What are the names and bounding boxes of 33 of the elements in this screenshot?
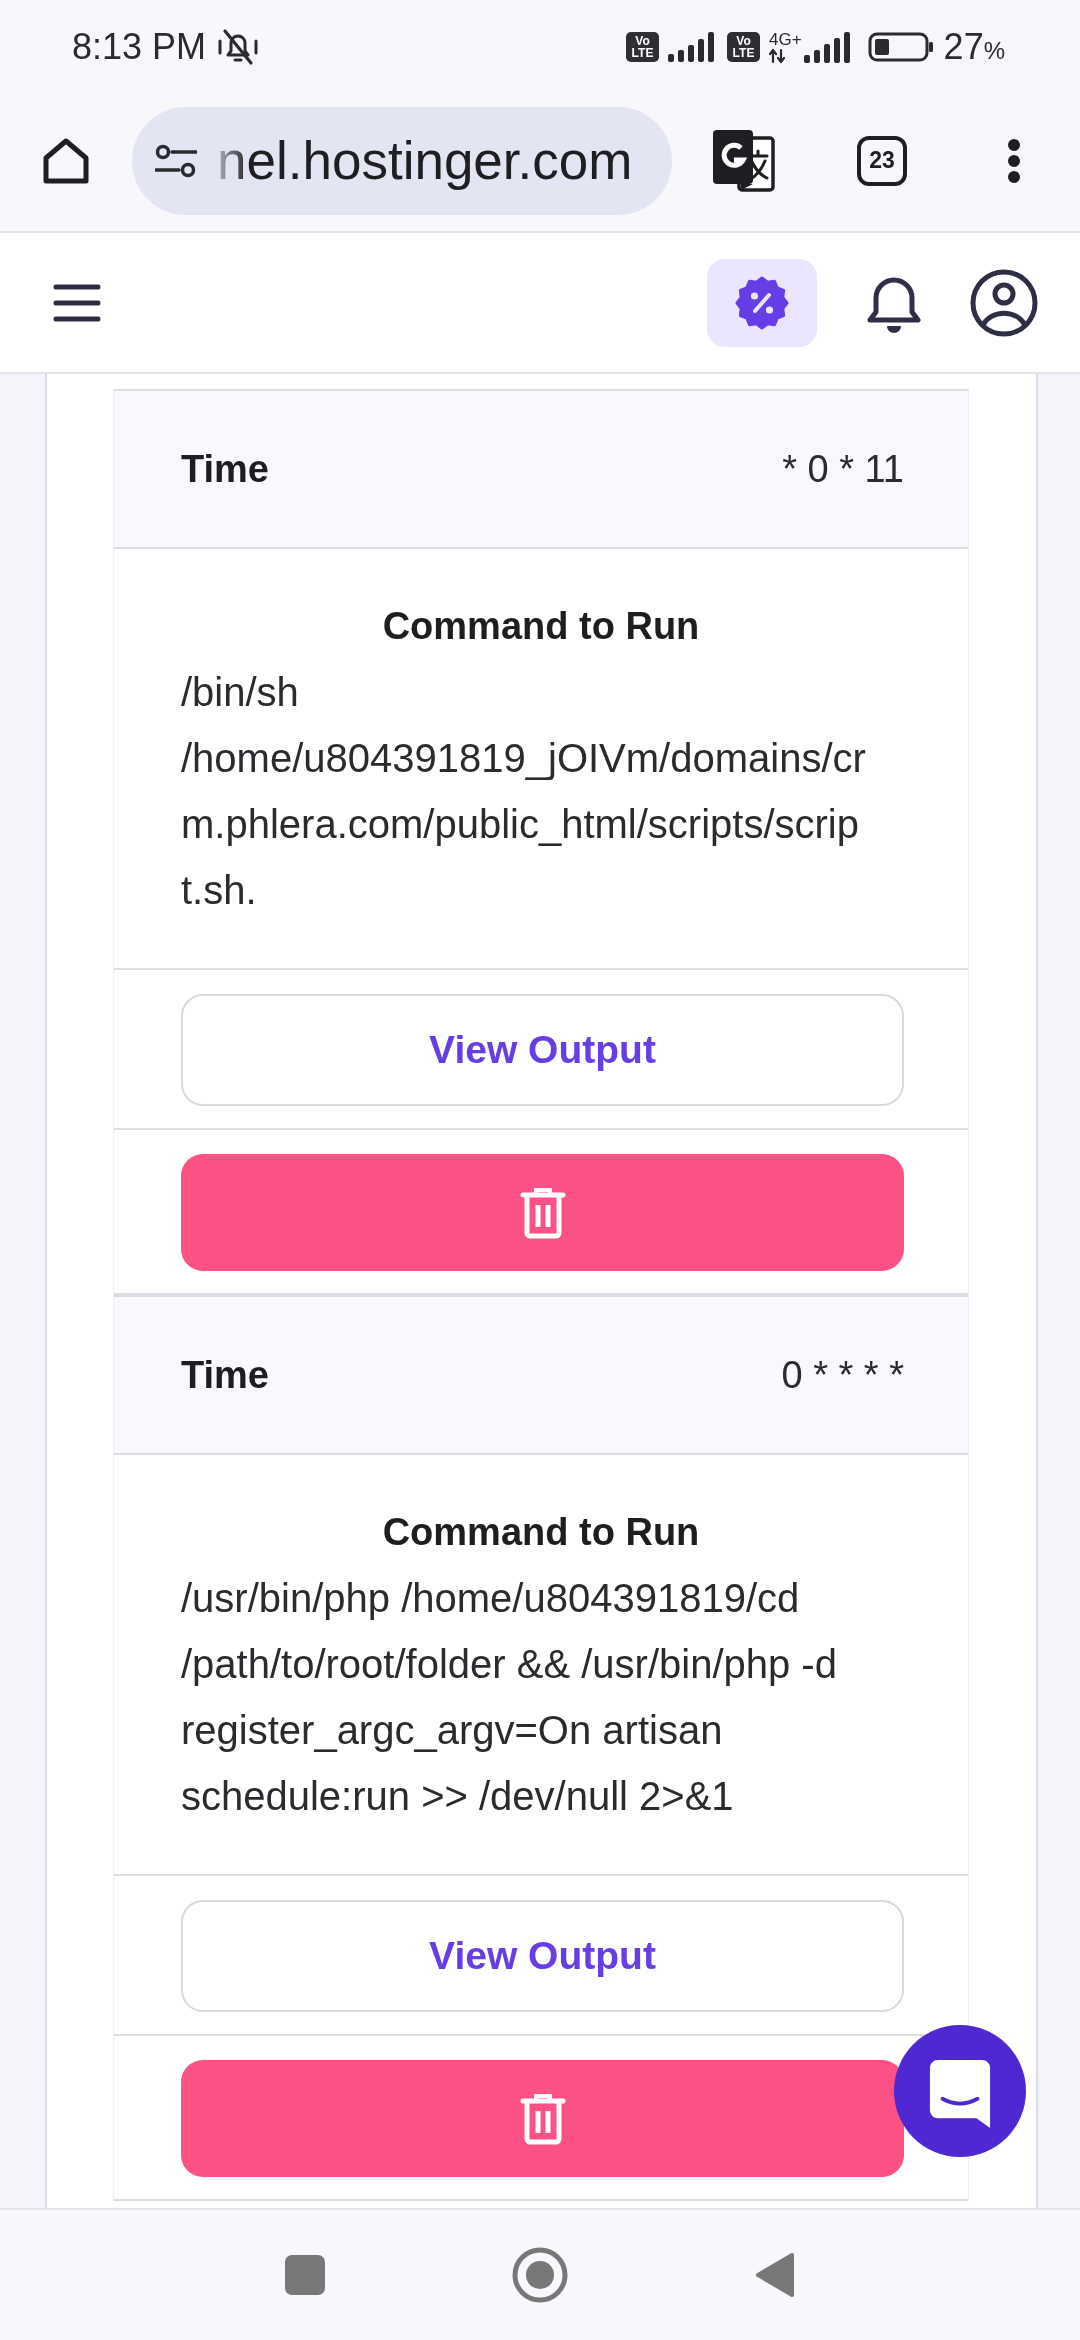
time-value: * 0 * 11 — [782, 447, 904, 491]
battery-icon — [867, 32, 934, 62]
translate-icon[interactable] — [713, 129, 775, 192]
view-output-button[interactable]: View Output — [181, 994, 904, 1106]
profile-icon[interactable] — [970, 268, 1038, 337]
trash-icon — [519, 1186, 566, 1239]
network-type-label: 4G+ — [769, 30, 802, 48]
silent-mode-icon — [216, 27, 261, 67]
battery-percent: 27% — [943, 26, 1005, 68]
view-output-button[interactable]: View Output — [181, 1900, 904, 2012]
discount-button[interactable] — [707, 258, 817, 347]
time-value: 0 * * * * — [781, 1353, 904, 1397]
time-label: Time — [181, 447, 269, 491]
time-label: Time — [181, 1353, 269, 1397]
recent-apps-icon[interactable] — [285, 2255, 325, 2295]
discount-badge-icon — [734, 274, 790, 331]
command-label: Command to Run — [381, 1510, 701, 1555]
tune-icon[interactable] — [155, 143, 197, 178]
signal-icon — [803, 32, 852, 64]
more-options-icon[interactable] — [1005, 137, 1023, 184]
home-button-icon[interactable] — [512, 2247, 568, 2303]
chat-icon — [928, 2058, 992, 2128]
command-text: /usr/bin/php /home/u804391819/cd /path/to/root/folder && /usr/bin/php -d register_argc_argv=On artisan schedule:run >> /dev/null 2>&1 — [181, 1575, 838, 1820]
address-bar[interactable]: nel.hostinger.com — [132, 106, 672, 215]
tab-count-button[interactable]: 23 — [857, 135, 907, 186]
command-label: Command to Run — [381, 604, 701, 649]
command-text: /bin/sh /home/u804391819_jOIVm/domains/crm.phlera.com/public_html/scripts/script.sh. — [181, 669, 867, 914]
data-arrows-icon — [769, 47, 785, 64]
status-time: 8:13 PM — [72, 26, 207, 68]
volte-badge: Vo LTE — [626, 32, 659, 62]
back-icon[interactable] — [755, 2252, 795, 2298]
volte-badge: Vo LTE — [727, 32, 760, 62]
trash-icon — [519, 2092, 566, 2145]
